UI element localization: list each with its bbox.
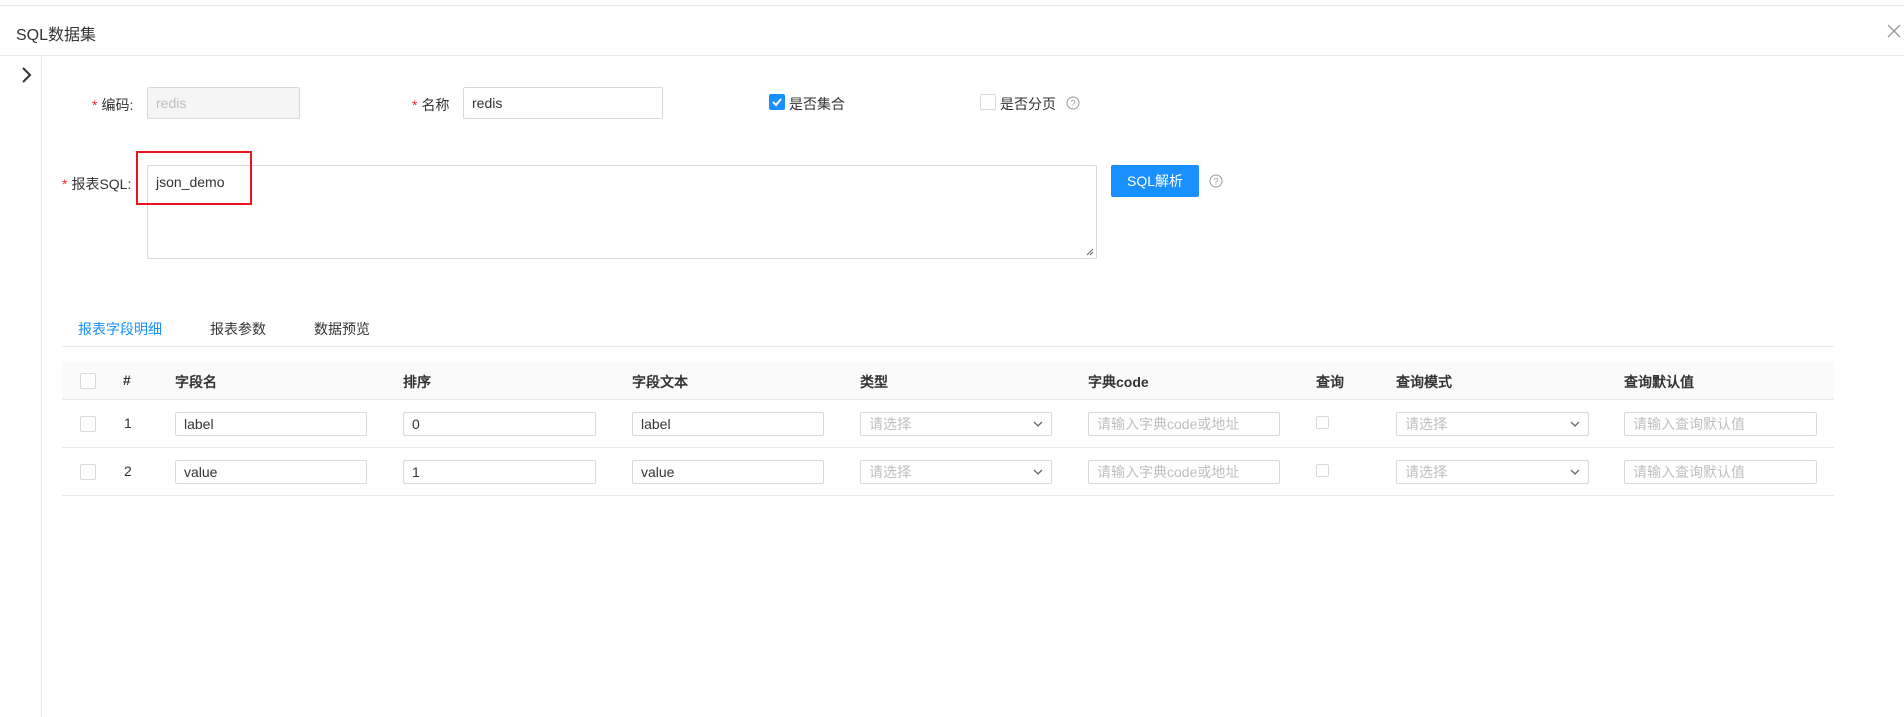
field-text-input[interactable]: label bbox=[632, 412, 824, 436]
query-default-input[interactable]: 请输入查询默认值 bbox=[1624, 412, 1817, 436]
col-query-default: 查询默认值 bbox=[1624, 374, 1694, 390]
query-checkbox[interactable] bbox=[1316, 416, 1329, 429]
close-icon[interactable] bbox=[1884, 21, 1904, 41]
is-paged-label: 是否分页 bbox=[1000, 96, 1056, 112]
tab-data-preview[interactable]: 数据预览 bbox=[314, 319, 370, 339]
name-input[interactable]: redis bbox=[463, 87, 663, 119]
col-field-name: 字段名 bbox=[175, 374, 217, 390]
name-label: * 名称 bbox=[412, 97, 450, 113]
query-default-input[interactable]: 请输入查询默认值 bbox=[1624, 460, 1817, 484]
chevron-down-icon bbox=[1033, 421, 1043, 427]
resize-handle-icon[interactable] bbox=[1086, 248, 1094, 256]
help-icon[interactable]: ? bbox=[1066, 96, 1080, 110]
type-select[interactable]: 请选择 bbox=[860, 460, 1052, 484]
tab-bar: 报表字段明细 报表参数 数据预览 bbox=[62, 313, 1834, 347]
query-mode-select[interactable]: 请选择 bbox=[1396, 412, 1589, 436]
col-order: 排序 bbox=[403, 374, 431, 390]
field-name-input[interactable]: value bbox=[175, 460, 367, 484]
chevron-right-icon[interactable] bbox=[20, 65, 34, 85]
highlight-annotation bbox=[136, 151, 252, 205]
col-dict-code: 字典code bbox=[1088, 374, 1149, 390]
order-input[interactable]: 1 bbox=[403, 460, 596, 484]
sql-textarea[interactable]: json_demo bbox=[147, 165, 1097, 259]
tab-report-params[interactable]: 报表参数 bbox=[210, 319, 266, 339]
col-query-mode: 查询模式 bbox=[1396, 374, 1452, 390]
col-field-text: 字段文本 bbox=[632, 374, 688, 390]
modal-header: SQL数据集 bbox=[0, 6, 1904, 56]
modal-title: SQL数据集 bbox=[16, 27, 97, 44]
type-select[interactable]: 请选择 bbox=[860, 412, 1052, 436]
table-header: # 字段名 排序 字段文本 类型 字典code 查询 查询模式 查询默认值 bbox=[62, 362, 1834, 400]
is-collection-checkbox[interactable] bbox=[769, 94, 785, 110]
chevron-down-icon bbox=[1570, 421, 1580, 427]
code-input[interactable]: redis bbox=[147, 87, 300, 119]
row-checkbox[interactable] bbox=[80, 464, 96, 480]
code-label: * 编码: bbox=[92, 97, 134, 113]
sql-label: * 报表SQL: bbox=[62, 176, 132, 192]
check-icon bbox=[772, 98, 782, 107]
is-collection-label: 是否集合 bbox=[789, 96, 845, 112]
query-checkbox[interactable] bbox=[1316, 464, 1329, 477]
svg-text:?: ? bbox=[1213, 177, 1218, 187]
col-type: 类型 bbox=[860, 374, 888, 390]
help-icon[interactable]: ? bbox=[1209, 174, 1223, 188]
col-index: # bbox=[123, 372, 131, 388]
tab-field-details[interactable]: 报表字段明细 bbox=[78, 319, 162, 339]
field-name-input[interactable]: label bbox=[175, 412, 367, 436]
svg-text:?: ? bbox=[1070, 99, 1075, 109]
dict-code-input[interactable]: 请输入字典code或地址 bbox=[1088, 460, 1280, 484]
sql-parse-button[interactable]: SQL解析 bbox=[1111, 165, 1199, 197]
field-text-input[interactable]: value bbox=[632, 460, 824, 484]
dict-code-input[interactable]: 请输入字典code或地址 bbox=[1088, 412, 1280, 436]
chevron-down-icon bbox=[1570, 469, 1580, 475]
row-index: 2 bbox=[124, 463, 132, 479]
col-query: 查询 bbox=[1316, 374, 1344, 390]
table-row: 2 value 1 value 请选择 请输入字典code或地址 请选择 请输入… bbox=[62, 448, 1834, 496]
is-paged-checkbox[interactable] bbox=[980, 94, 996, 110]
order-input[interactable]: 0 bbox=[403, 412, 596, 436]
collapsed-side-panel bbox=[0, 57, 42, 717]
row-index: 1 bbox=[124, 415, 132, 431]
select-all-checkbox[interactable] bbox=[80, 373, 96, 389]
query-mode-select[interactable]: 请选择 bbox=[1396, 460, 1589, 484]
table-row: 1 label 0 label 请选择 请输入字典code或地址 请选择 请输入… bbox=[62, 400, 1834, 448]
chevron-down-icon bbox=[1033, 469, 1043, 475]
row-checkbox[interactable] bbox=[80, 416, 96, 432]
